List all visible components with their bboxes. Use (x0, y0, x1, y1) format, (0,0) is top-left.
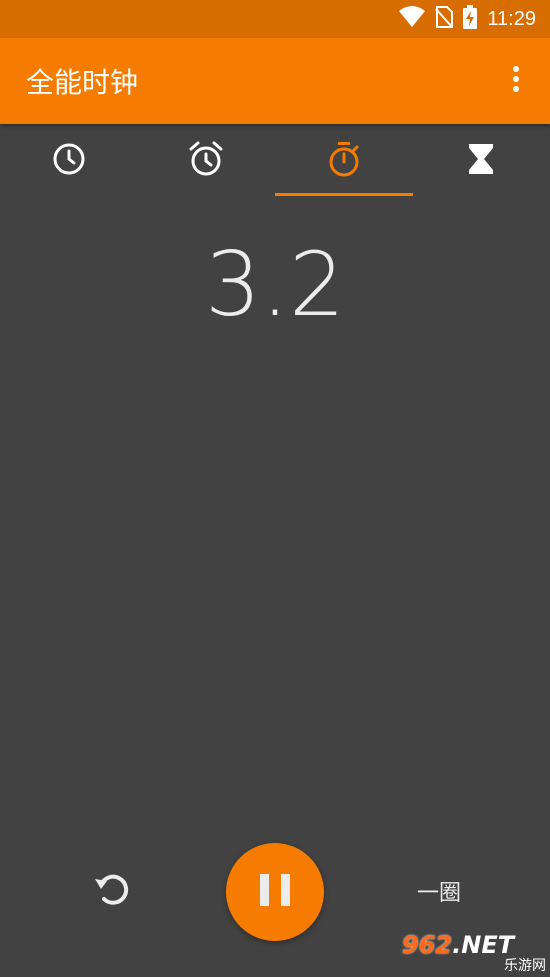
more-vert-icon (511, 65, 521, 97)
stopwatch-icon (327, 141, 361, 181)
pause-icon (258, 872, 292, 912)
wifi-icon (399, 6, 426, 32)
stopwatch-controls: 一圈 (0, 843, 550, 941)
battery-charging-icon (463, 5, 478, 33)
watermark-number: 962 (402, 931, 453, 959)
watermark-logo: 962.NET 乐游网 (402, 931, 546, 974)
reset-button[interactable] (84, 863, 140, 919)
clock-icon (52, 142, 86, 180)
tab-bar (0, 124, 550, 198)
status-time: 11:29 (487, 7, 536, 30)
stopwatch-time: 3.2 (205, 233, 345, 336)
overflow-menu-button[interactable] (492, 51, 540, 111)
no-sim-icon (435, 6, 454, 32)
tab-clock[interactable] (0, 124, 138, 198)
reset-icon (92, 869, 132, 913)
app-bar: 全能时钟 (0, 38, 550, 124)
watermark-title: 962.NET (402, 931, 514, 959)
status-bar: 11:29 (0, 0, 550, 38)
app-title: 全能时钟 (26, 66, 139, 99)
selected-tab-indicator (275, 193, 413, 196)
lap-button[interactable]: 一圈 (404, 869, 474, 913)
tab-alarm[interactable] (138, 124, 276, 198)
status-icons: 11:29 (399, 5, 536, 33)
alarm-icon (188, 141, 224, 181)
tab-stopwatch[interactable] (275, 124, 413, 198)
tab-timer[interactable] (413, 124, 550, 198)
pause-button[interactable] (226, 843, 324, 941)
watermark-subtitle: 乐游网 (504, 958, 546, 974)
hourglass-icon (467, 142, 495, 180)
